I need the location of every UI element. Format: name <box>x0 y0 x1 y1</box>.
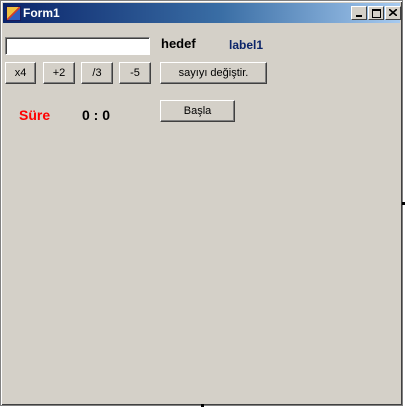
app-icon[interactable] <box>6 6 21 21</box>
form-window: Form1 hedef label1 x4 +2 /3 -5 sayıyı de… <box>0 0 403 406</box>
add-2-button[interactable]: +2 <box>43 62 75 84</box>
resize-grip-bottom[interactable] <box>201 404 204 407</box>
window-title: Form1 <box>23 6 60 20</box>
minimize-button[interactable] <box>351 6 367 20</box>
number-input[interactable] <box>5 37 150 55</box>
time-value: 0 : 0 <box>82 107 111 123</box>
target-value-label: label1 <box>229 38 264 52</box>
change-number-button[interactable]: sayıyı değiştir. <box>160 62 267 84</box>
maximize-button[interactable] <box>368 6 384 20</box>
subtract-5-button[interactable]: -5 <box>119 62 151 84</box>
multiply-4-button[interactable]: x4 <box>5 62 36 84</box>
hedef-label: hedef <box>161 36 196 51</box>
title-bar[interactable]: Form1 <box>3 3 401 23</box>
close-button[interactable] <box>385 6 401 20</box>
close-icon <box>389 9 397 16</box>
start-button[interactable]: Başla <box>160 100 235 122</box>
divide-3-button[interactable]: /3 <box>81 62 113 84</box>
sure-label: Süre <box>19 107 51 123</box>
